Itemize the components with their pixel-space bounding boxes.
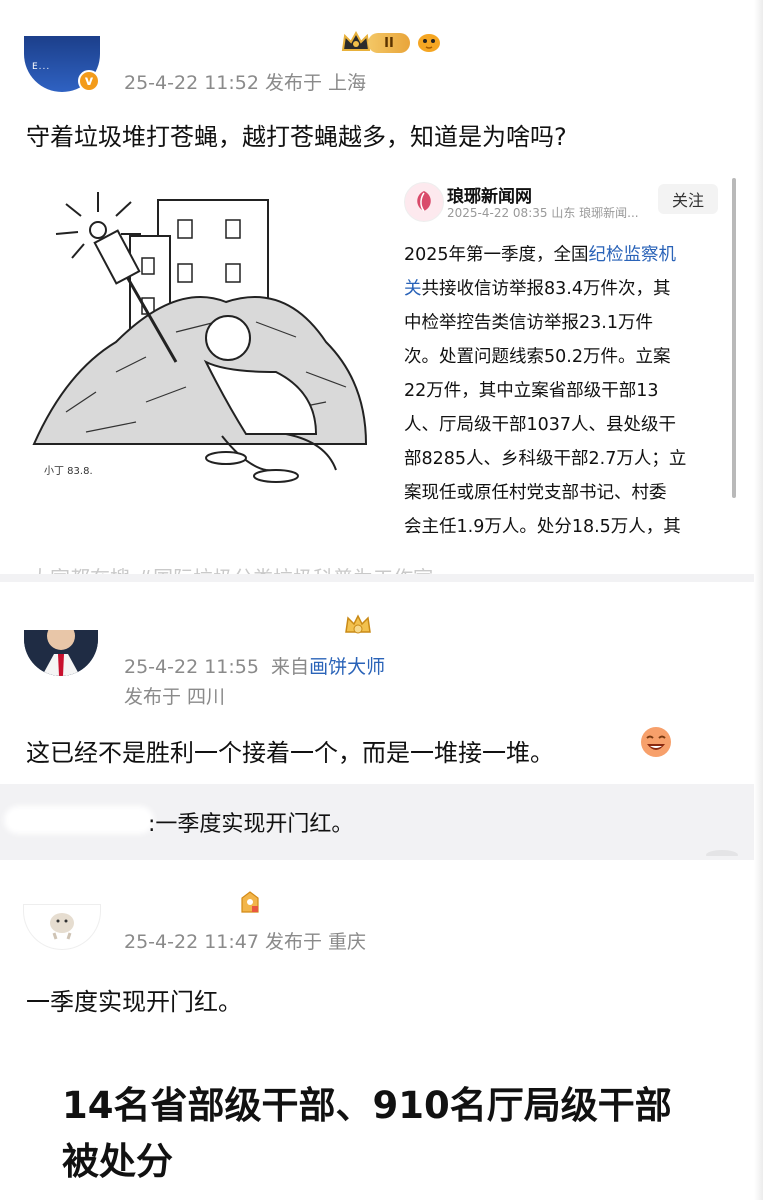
user-avatar-2[interactable] xyxy=(24,630,98,676)
post-from-label: 来自 xyxy=(271,656,310,678)
quoted-repost[interactable]: :一季度实现开门红。 xyxy=(0,784,763,860)
article-line-3: 中检举控告类信访举报23.1万件 xyxy=(404,313,653,333)
fan-badge-icon xyxy=(238,888,262,914)
user-avatar-3[interactable] xyxy=(24,905,100,949)
avatar-label: E... xyxy=(32,62,51,72)
article-line-1: 2025年第一季度，全国纪检监察机 xyxy=(404,245,677,265)
post-text-3: 一季度实现开门红。 xyxy=(26,988,242,1016)
crown-badge-icon xyxy=(342,612,374,640)
post-meta: 25-4-22 11:52 发布于 上海 xyxy=(124,72,367,94)
article-line-9: 会主任1.9万人。处分18.5万人，其 xyxy=(404,517,681,537)
post-location: 发布于 四川 xyxy=(124,686,226,708)
post-text-2: 这已经不是胜利一个接着一个，而是一堆接一堆。 xyxy=(26,739,554,767)
comic-signature: 小丁 83.8. xyxy=(44,466,93,477)
post-meta-2: 25-4-22 11:55 来自画饼大师 xyxy=(124,652,385,679)
post-meta-3: 25-4-22 11:47 发布于 重庆 xyxy=(124,931,367,953)
blurred-username xyxy=(4,806,154,834)
news-headline-image[interactable]: 14名省部级干部、910名厅局级干部 被处分 xyxy=(26,1040,738,1200)
headline-line-2: 被处分 xyxy=(62,1140,173,1183)
embedded-image[interactable]: 小丁 83.8. 琅琊新闻网 2025-4-22 08:35 山东 琅琊新闻..… xyxy=(26,172,738,540)
topic-link[interactable]: 纪检监察机 xyxy=(589,245,677,265)
quoted-text: :一季度实现开门红。 xyxy=(148,812,354,837)
card-article-text: 2025年第一季度，全国纪检监察机 关共接收信访举报83.4万件次，其 中检举控… xyxy=(404,238,686,540)
verified-icon: v xyxy=(78,70,100,92)
article-line-4: 次。处置问题线索50.2万件。立案 xyxy=(404,347,671,367)
section-divider-2 xyxy=(0,856,763,860)
source-app-link[interactable]: 画饼大师 xyxy=(309,656,385,678)
level-badge[interactable]: II xyxy=(368,33,410,53)
section-divider xyxy=(0,574,763,582)
article-line-2: 关共接收信访举报83.4万件次，其 xyxy=(404,279,671,299)
article-line-6: 人、厅局级干部1037人、县处级干 xyxy=(404,415,677,435)
post-time: 25-4-22 11:55 xyxy=(124,656,259,678)
source-avatar[interactable] xyxy=(404,182,444,222)
cut-off-search-row: 大家都在搜 #国际垃圾分类垃圾科普为工作室 xyxy=(0,554,763,574)
cut-off-search-text: 大家都在搜 #国际垃圾分类垃圾科普为工作室 xyxy=(30,562,433,574)
article-line-5: 22万件，其中立案省部级干部13 xyxy=(404,381,659,401)
right-edge-border xyxy=(754,0,763,1200)
pufferfish-icon xyxy=(416,30,442,54)
article-line-7: 部8285人、乡科级干部2.7万人；立 xyxy=(404,449,687,469)
post-text: 守着垃圾堆打苍蝇，越打苍蝇越多，知道是为啥吗? xyxy=(26,123,567,151)
laughing-emoji-icon xyxy=(638,724,674,760)
comic-illustration: 小丁 83.8. xyxy=(26,172,386,540)
headline-line-1: 14名省部级干部、910名厅局级干部 xyxy=(62,1084,672,1127)
article-line-8: 案现任或原任村党支部书记、村委 xyxy=(404,483,667,503)
follow-button[interactable]: 关注 xyxy=(658,184,718,214)
card-scrollbar[interactable] xyxy=(732,178,736,498)
topic-link-cont[interactable]: 关 xyxy=(404,279,422,299)
source-meta: 2025-4-22 08:35 山东 琅琊新闻... xyxy=(447,206,639,220)
